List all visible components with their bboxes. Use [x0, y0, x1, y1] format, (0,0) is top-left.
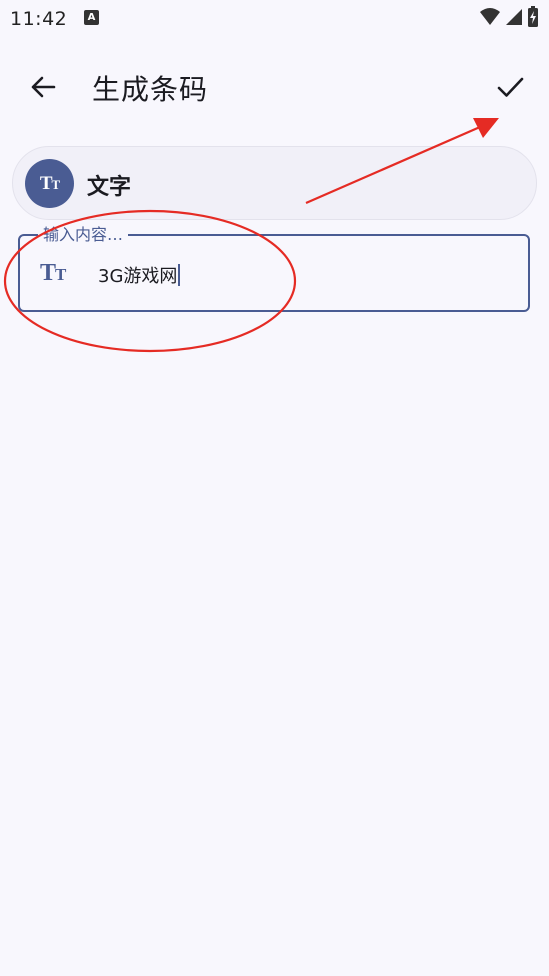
- content-input-field[interactable]: 输入内容… TT 3G游戏网: [18, 225, 530, 312]
- wifi-icon: [480, 8, 500, 25]
- check-icon: [497, 77, 524, 97]
- type-label: 文字: [87, 175, 132, 200]
- confirm-button[interactable]: [489, 66, 531, 108]
- text-format-icon: TT: [40, 260, 66, 286]
- screen: 11:42 A 生成条码 TT 文字 输入内容… TT 3G游戏网: [0, 0, 549, 976]
- page-title: 生成条码: [92, 73, 209, 106]
- text-format-icon: TT: [39, 172, 60, 194]
- arrow-left-icon: [31, 76, 56, 98]
- barcode-type-chip[interactable]: TT 文字: [12, 146, 537, 220]
- signal-icon: [506, 9, 522, 25]
- back-button[interactable]: [22, 66, 64, 108]
- status-icons: [479, 6, 539, 28]
- battery-icon: [528, 6, 538, 27]
- content-input-value: 3G游戏网: [98, 266, 178, 287]
- type-avatar: TT: [25, 159, 74, 208]
- content-input-label: 输入内容…: [38, 225, 129, 245]
- content-input[interactable]: 3G游戏网: [98, 262, 181, 288]
- notification-icon: A: [84, 10, 99, 25]
- status-bar: 11:42 A: [0, 0, 549, 38]
- status-time: 11:42: [10, 8, 68, 30]
- app-bar: 生成条码: [0, 52, 549, 122]
- text-caret: [178, 264, 181, 286]
